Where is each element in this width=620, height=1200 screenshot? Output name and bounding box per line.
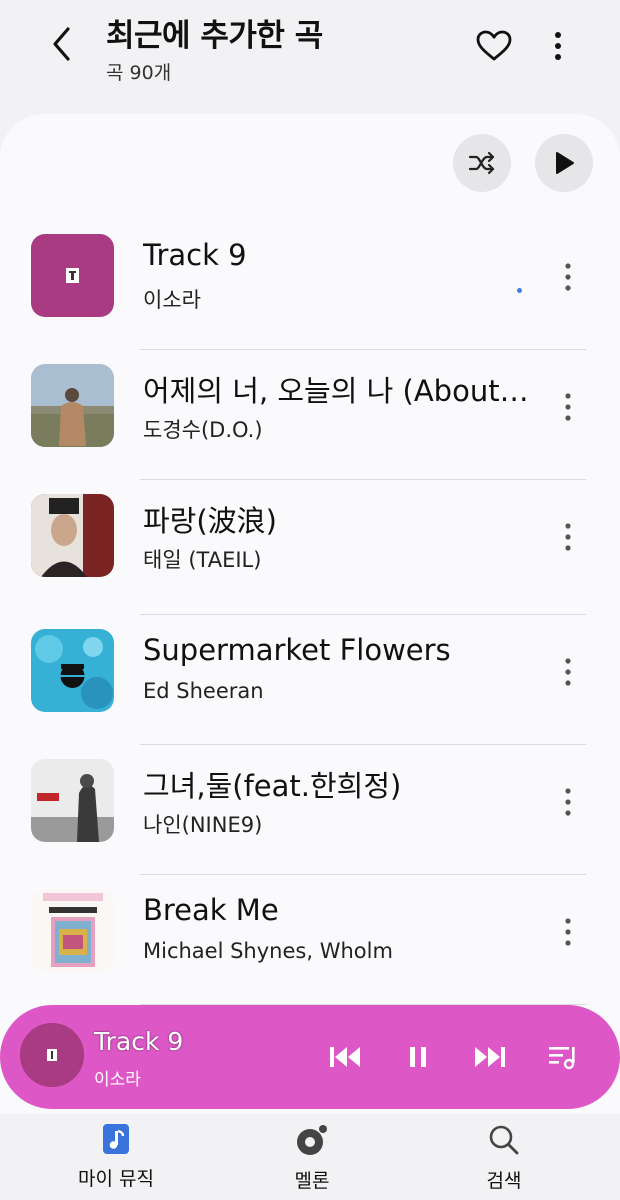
bottom-navigation: 마이 뮤직 멜론 검색 <box>0 1118 620 1200</box>
search-icon <box>489 1125 519 1155</box>
album-art <box>31 889 114 972</box>
track-title: 그녀,둘(feat.한희정) <box>143 769 402 803</box>
track-row[interactable]: 그녀,둘(feat.한희정) 나인(NINE9) <box>0 745 620 875</box>
nav-label: 멜론 <box>294 1170 330 1192</box>
album-art <box>31 494 114 577</box>
nav-my-music[interactable]: 마이 뮤직 <box>36 1124 196 1200</box>
mini-player[interactable]: Track 9 이소라 <box>0 1005 620 1109</box>
shuffle-button[interactable] <box>453 134 511 192</box>
track-row[interactable]: Supermarket Flowers Ed Sheeran <box>0 615 620 745</box>
track-list-card: Track 9 이소라 어제의 너, 오늘의 나 (About… 도경수(D.O… <box>0 114 620 1114</box>
pause-button[interactable] <box>396 1035 440 1079</box>
more-vertical-icon <box>565 658 571 686</box>
track-more-button[interactable] <box>552 777 584 827</box>
track-title: Supermarket Flowers <box>143 633 451 667</box>
more-options-button[interactable] <box>538 22 578 70</box>
playlist-icon <box>549 1047 575 1070</box>
track-list: Track 9 이소라 어제의 너, 오늘의 나 (About… 도경수(D.O… <box>0 220 620 1005</box>
track-artist: Michael Shynes, Wholm <box>143 939 393 963</box>
heart-icon <box>476 30 512 61</box>
queue-button[interactable] <box>541 1035 585 1079</box>
track-more-button[interactable] <box>552 382 584 432</box>
nav-label: 검색 <box>486 1170 522 1192</box>
track-row[interactable]: Break Me Michael Shynes, Wholm <box>0 875 620 1005</box>
album-art <box>31 364 114 447</box>
more-vertical-icon <box>565 263 571 291</box>
track-title: Break Me <box>143 893 279 927</box>
back-button[interactable] <box>40 22 84 66</box>
track-row[interactable]: Track 9 이소라 <box>0 220 620 350</box>
play-all-button[interactable] <box>535 134 593 192</box>
track-artist: 나인(NINE9) <box>143 813 263 837</box>
more-vertical-icon <box>555 32 561 60</box>
more-vertical-icon <box>565 788 571 816</box>
album-art <box>31 759 114 842</box>
track-title: 어제의 너, 오늘의 나 (About… <box>143 374 529 408</box>
previous-button[interactable] <box>323 1035 367 1079</box>
nav-search[interactable]: 검색 <box>424 1124 584 1200</box>
shuffle-icon <box>468 151 495 175</box>
track-more-button[interactable] <box>552 647 584 697</box>
song-count: 곡 90개 <box>106 62 172 84</box>
track-more-button[interactable] <box>552 252 584 302</box>
more-vertical-icon <box>565 393 571 421</box>
album-art <box>31 234 114 317</box>
header: 최근에 추가한 곡 곡 90개 <box>0 0 620 110</box>
favorite-button[interactable] <box>470 22 518 70</box>
track-artist: 이소라 <box>143 288 201 312</box>
more-vertical-icon <box>565 918 571 946</box>
track-title: 파랑(波浪) <box>143 504 277 538</box>
mini-player-title: Track 9 <box>94 1027 184 1056</box>
track-artist: Ed Sheeran <box>143 679 264 703</box>
track-row[interactable]: 어제의 너, 오늘의 나 (About… 도경수(D.O.) <box>0 350 620 480</box>
nav-melon[interactable]: 멜론 <box>232 1124 392 1200</box>
more-vertical-icon <box>565 523 571 551</box>
pause-icon <box>410 1047 426 1067</box>
melon-icon <box>297 1125 327 1155</box>
page-title: 최근에 추가한 곡 <box>106 18 323 54</box>
mini-player-artist: 이소라 <box>94 1070 141 1090</box>
now-playing-indicator <box>517 288 522 293</box>
next-button[interactable] <box>468 1035 512 1079</box>
skip-previous-icon <box>330 1047 360 1067</box>
track-artist: 태일 (TAEIL) <box>143 548 262 572</box>
album-art <box>31 629 114 712</box>
mini-player-album-art <box>20 1023 84 1087</box>
track-artist: 도경수(D.O.) <box>143 418 263 442</box>
track-title: Track 9 <box>143 238 247 272</box>
chevron-left-icon <box>53 27 70 61</box>
track-row[interactable]: 파랑(波浪) 태일 (TAEIL) <box>0 480 620 615</box>
music-note-icon <box>103 1124 129 1154</box>
track-more-button[interactable] <box>552 512 584 562</box>
skip-next-icon <box>475 1047 505 1067</box>
nav-label: 마이 뮤직 <box>78 1168 154 1190</box>
play-icon <box>556 152 574 174</box>
track-more-button[interactable] <box>552 907 584 957</box>
